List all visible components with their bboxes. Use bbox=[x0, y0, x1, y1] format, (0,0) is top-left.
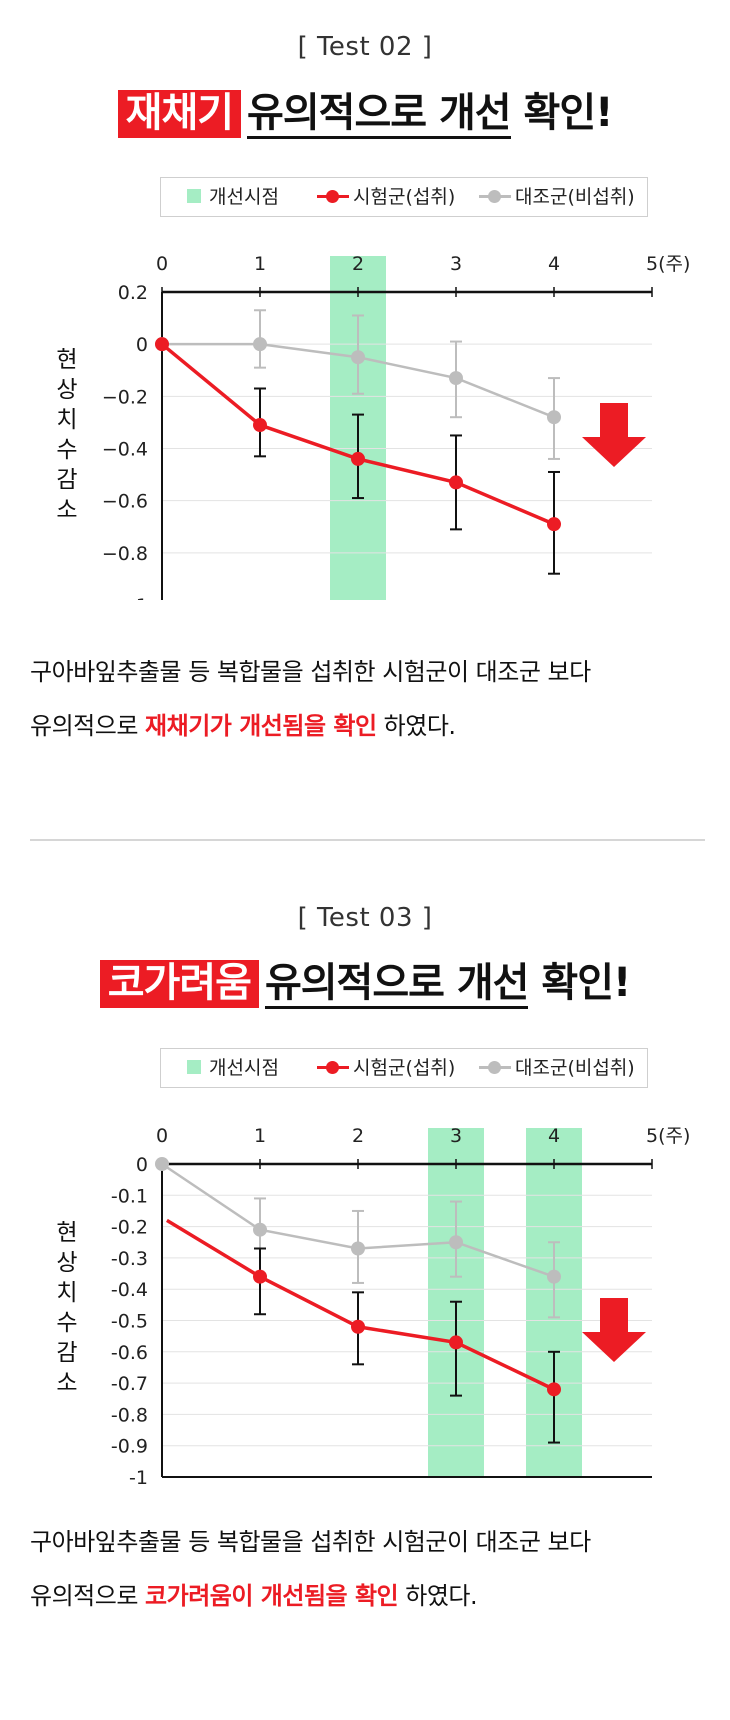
control-group-point bbox=[155, 1157, 169, 1171]
heading: 코가려움 유의적으로 개선 확인! bbox=[0, 950, 730, 1009]
green-square-icon bbox=[187, 189, 201, 203]
y-tick-label: −0.6 bbox=[102, 491, 148, 513]
y-tick-label: 0 bbox=[136, 334, 148, 356]
test-group-point bbox=[351, 451, 365, 466]
control-group-point bbox=[253, 1222, 267, 1237]
legend-test-group: 시험군(섭취) bbox=[317, 1049, 455, 1087]
heading-end: 확인! bbox=[523, 90, 614, 136]
gray-line-marker-icon bbox=[479, 189, 511, 203]
test-group-point bbox=[253, 1269, 267, 1284]
y-tick-label: -0.1 bbox=[111, 1185, 148, 1207]
x-tick-label: 0 bbox=[156, 253, 168, 275]
description-highlight: 재채기가 개선됨을 확인 bbox=[145, 712, 377, 740]
heading-highlight: 재채기 bbox=[117, 90, 242, 138]
test-group-point bbox=[253, 418, 267, 433]
chart-test-03: 0 -0.1 -0.2 -0.3 -0.4 -0.5 -0.6 -0.7 -0.8 -0.9 -1 0… bbox=[111, 1125, 690, 1489]
heading-underlined: 유의적으로 개선 bbox=[264, 960, 529, 1009]
control-group-point bbox=[351, 1241, 365, 1256]
control-group-point bbox=[547, 1269, 561, 1284]
x-tick-label: 1 bbox=[254, 1125, 266, 1147]
description-highlight: 코가려움이 개선됨을 확인 bbox=[145, 1582, 399, 1610]
chart-test-02: 0.2 0 −0.2 −0.4 −0.6 −0.8 −1 0 1 2 3 4 5(주) bbox=[102, 253, 690, 600]
gray-line-marker-icon bbox=[479, 1060, 511, 1074]
y-tick-label: −0.8 bbox=[102, 543, 148, 565]
x-tick-label: 1 bbox=[254, 253, 266, 275]
y-tick-label: -0.9 bbox=[111, 1436, 148, 1458]
x-tick-label: 5(주) bbox=[646, 1125, 690, 1147]
red-line-marker-icon bbox=[317, 1060, 349, 1074]
down-arrow-icon bbox=[582, 403, 646, 467]
legend-control-group: 대조군(비섭취) bbox=[479, 178, 635, 216]
test-label: [ Test 03 ] bbox=[297, 903, 433, 933]
red-line-marker-icon bbox=[317, 189, 349, 203]
y-tick-label: -0.3 bbox=[111, 1248, 148, 1270]
description-line-1: 구아바잎추출물 등 복합물을 섭취한 시험군이 대조군 보다 bbox=[30, 1528, 591, 1556]
y-tick-label: -0.6 bbox=[111, 1342, 148, 1364]
description: 구아바잎추출물 등 복합물을 섭취한 시험군이 대조군 보다 유의적으로 코가려… bbox=[30, 1515, 710, 1623]
description-line-2: 유의적으로 코가려움이 개선됨을 확인 하였다. bbox=[30, 1582, 478, 1610]
x-tick-label: 3 bbox=[450, 253, 462, 275]
test-group-point bbox=[351, 1319, 365, 1334]
test-group-point bbox=[547, 1382, 561, 1397]
control-group-point bbox=[351, 350, 365, 365]
heading-end: 확인! bbox=[541, 960, 631, 1006]
green-square-icon bbox=[187, 1060, 201, 1074]
test-group-point bbox=[449, 1335, 463, 1350]
description: 구아바잎추출물 등 복합물을 섭취한 시험군이 대조군 보다 유의적으로 재채기… bbox=[30, 645, 710, 753]
y-tick-label: -1 bbox=[129, 1467, 148, 1489]
legend-improvement-point: 개선시점 bbox=[187, 178, 279, 216]
heading-highlight: 코가려움 bbox=[99, 960, 259, 1008]
y-tick-label: 0 bbox=[136, 1154, 148, 1176]
down-arrow-icon bbox=[582, 1298, 646, 1362]
x-tick-label: 5(주) bbox=[646, 253, 690, 275]
description-line-2: 유의적으로 재채기가 개선됨을 확인 하였다. bbox=[30, 712, 456, 740]
control-group-point bbox=[253, 337, 267, 352]
y-tick-label: -0.7 bbox=[111, 1373, 148, 1395]
heading-underlined: 유의적으로 개선 bbox=[247, 90, 512, 139]
test-group-point bbox=[547, 517, 561, 532]
y-tick-label: −0.4 bbox=[102, 439, 148, 461]
section-divider bbox=[30, 839, 705, 841]
y-tick-label: -0.8 bbox=[111, 1404, 148, 1426]
control-group-point bbox=[449, 371, 463, 386]
legend-improvement-point: 개선시점 bbox=[187, 1049, 279, 1087]
test-label: [ Test 02 ] bbox=[297, 32, 433, 62]
test-group-point bbox=[449, 475, 463, 490]
legend-control-group: 대조군(비섭취) bbox=[479, 1049, 635, 1087]
y-tick-label: -0.2 bbox=[111, 1217, 148, 1239]
heading: 재채기 유의적으로 개선 확인! bbox=[0, 80, 730, 139]
control-group-point bbox=[547, 410, 561, 425]
y-tick-label: 0.2 bbox=[118, 282, 148, 304]
chart-legend: 개선시점 시험군(섭취) 대조군(비섭취) bbox=[160, 177, 648, 217]
y-tick-label: -0.5 bbox=[111, 1311, 148, 1333]
y-tick-label: −0.2 bbox=[102, 386, 148, 408]
y-tick-label: −1 bbox=[120, 595, 148, 600]
chart-legend: 개선시점 시험군(섭취) 대조군(비섭취) bbox=[160, 1048, 648, 1088]
x-tick-label: 2 bbox=[352, 253, 364, 275]
test-group-point bbox=[155, 337, 169, 352]
x-tick-label: 0 bbox=[156, 1125, 168, 1147]
legend-test-group: 시험군(섭취) bbox=[317, 178, 455, 216]
x-tick-label: 4 bbox=[548, 253, 560, 275]
description-line-1: 구아바잎추출물 등 복합물을 섭취한 시험군이 대조군 보다 bbox=[30, 658, 591, 686]
x-tick-label: 4 bbox=[548, 1125, 560, 1147]
x-tick-label: 2 bbox=[352, 1125, 364, 1147]
x-tick-label: 3 bbox=[450, 1125, 462, 1147]
control-group-point bbox=[449, 1235, 463, 1250]
y-tick-label: -0.4 bbox=[111, 1279, 148, 1301]
